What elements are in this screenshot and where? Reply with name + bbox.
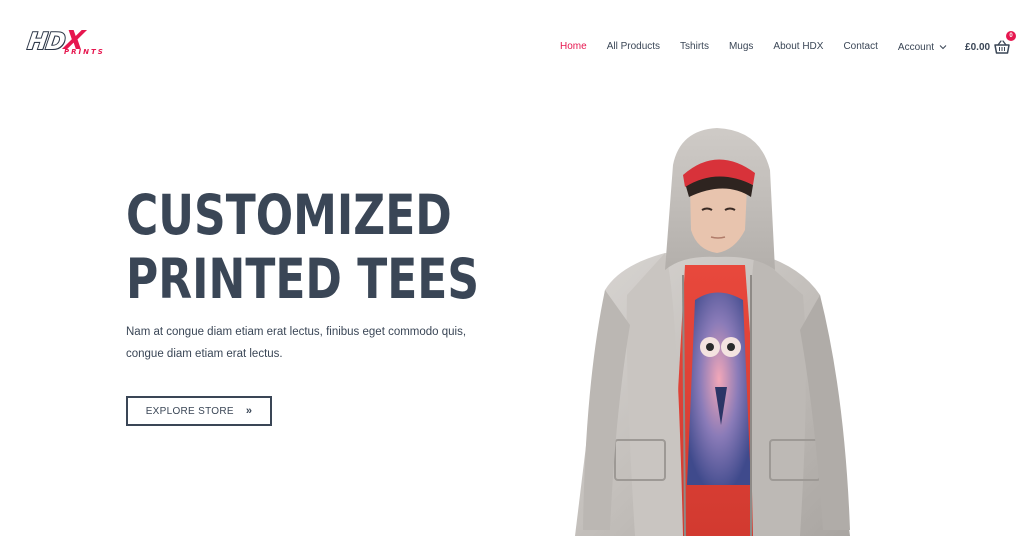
hero-model-image [575, 128, 850, 536]
hero-description: Nam at congue diam etiam erat lectus, fi… [126, 321, 506, 365]
nav-item-all-products[interactable]: All Products [607, 41, 660, 53]
nav-item-about[interactable]: About HDX [773, 41, 823, 53]
page: HDX PRINTS Home All Products Tshirts Mug… [0, 0, 1024, 536]
nav-item-mugs[interactable]: Mugs [729, 41, 753, 53]
nav-item-home[interactable]: Home [560, 41, 587, 53]
main-nav: Home All Products Tshirts Mugs About HDX… [560, 31, 1017, 54]
chevron-down-icon [939, 45, 947, 50]
site-logo[interactable]: HDX PRINTS [25, 26, 112, 62]
cart-count-badge: 0 [1006, 31, 1017, 41]
site-header: HDX PRINTS Home All Products Tshirts Mug… [0, 0, 1024, 90]
logo-subtitle: PRINTS [64, 48, 105, 56]
cart-link[interactable]: £0.00 0 [965, 31, 1017, 54]
hero-title: CUSTOMIZED PRINTED TEES [126, 183, 479, 311]
explore-store-label: EXPLORE STORE [145, 405, 234, 417]
explore-store-button[interactable]: EXPLORE STORE » [126, 396, 272, 426]
nav-item-tshirts[interactable]: Tshirts [680, 41, 709, 53]
hero-description-line1: Nam at congue diam etiam erat lectus, fi… [126, 326, 467, 338]
hero-title-line1: CUSTOMIZED [126, 183, 452, 247]
nav-item-account[interactable]: Account [898, 42, 947, 53]
cart-total: £0.00 [965, 41, 991, 53]
hero-description-line2: congue diam etiam erat lectus. [126, 348, 283, 360]
logo-wordmark-hd: HD [25, 28, 67, 56]
shopping-basket-icon: 0 [994, 31, 1017, 54]
double-chevron-right-icon: » [245, 405, 253, 417]
nav-item-contact[interactable]: Contact [843, 41, 877, 53]
hero-title-line2: PRINTED TEES [126, 247, 480, 311]
nav-account-label: Account [897, 41, 935, 53]
